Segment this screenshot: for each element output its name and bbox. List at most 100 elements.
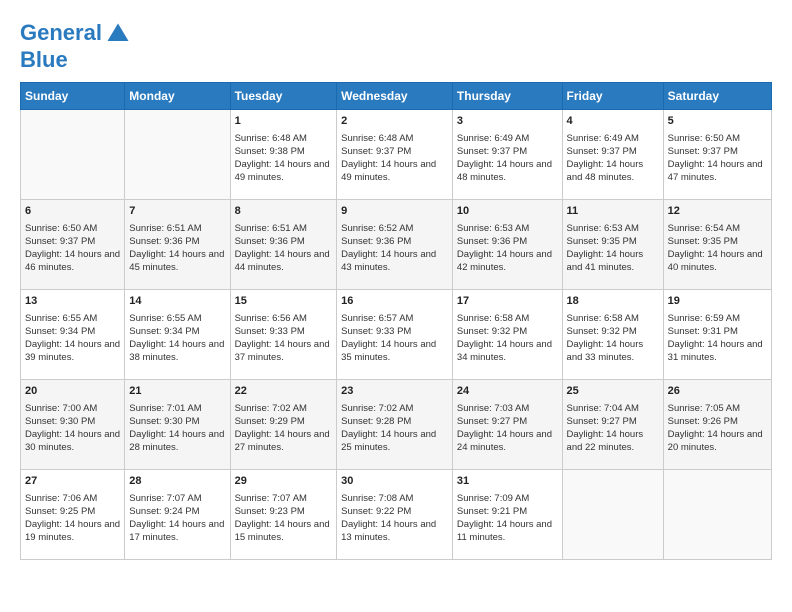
calendar-cell: 28Sunrise: 7:07 AM Sunset: 9:24 PM Dayli… xyxy=(125,470,230,560)
calendar-cell: 26 Sunrise: 7:05 AM Sunset: 9:26 PM Dayli… xyxy=(663,380,771,470)
day-number: 27 xyxy=(25,474,120,489)
calendar-week-row: 27 Sunrise: 7:06 AM Sunset: 9:25 PM Dayli… xyxy=(21,470,772,560)
day-info: Sunrise: 6:50 AM Sunset: 9:37 PM Dayligh… xyxy=(668,132,767,185)
calendar-cell xyxy=(21,110,125,200)
day-info: Sunrise: 7:02 AM Sunset: 9:28 PM Dayligh… xyxy=(341,402,448,455)
day-number: 17 xyxy=(457,294,558,309)
day-info: Sunrise: 6:51 AM Sunset: 9:36 PM Dayligh… xyxy=(129,222,225,275)
calendar-cell: 6 Sunrise: 6:50 AM Sunset: 9:37 PM Daylig… xyxy=(21,200,125,290)
weekday-header: Tuesday xyxy=(230,83,337,110)
calendar-cell: 9 Sunrise: 6:52 AM Sunset: 9:36 PM Daylig… xyxy=(337,200,453,290)
day-info: Sunrise: 6:48 AM Sunset: 9:37 PM Dayligh… xyxy=(341,132,448,185)
day-number: 10 xyxy=(457,204,558,219)
day-info: Sunrise: 6:49 AM Sunset: 9:37 PM Dayligh… xyxy=(567,132,659,185)
calendar-cell xyxy=(562,470,663,560)
calendar-cell: 25 Sunrise: 7:04 AM Sunset: 9:27 PM Dayli… xyxy=(562,380,663,470)
day-info: Sunrise: 7:02 AM Sunset: 9:29 PM Dayligh… xyxy=(235,402,333,455)
calendar-cell: 18 Sunrise: 6:58 AM Sunset: 9:32 PM Dayli… xyxy=(562,290,663,380)
day-number: 2 xyxy=(341,114,448,129)
weekday-header: Sunday xyxy=(21,83,125,110)
day-info: Sunrise: 6:53 AM Sunset: 9:35 PM Dayligh… xyxy=(567,222,659,275)
day-info: Sunrise: 6:58 AM Sunset: 9:32 PM Dayligh… xyxy=(457,312,558,365)
calendar-cell: 11 Sunrise: 6:53 AM Sunset: 9:35 PM Dayli… xyxy=(562,200,663,290)
day-info: Sunrise: 7:05 AM Sunset: 9:26 PM Dayligh… xyxy=(668,402,767,455)
logo-general: General xyxy=(20,20,102,45)
day-number: 1 xyxy=(235,114,333,129)
day-number: 4 xyxy=(567,114,659,129)
day-number: 26 xyxy=(668,384,767,399)
day-number: 6 xyxy=(25,204,120,219)
day-info: Sunrise: 6:48 AM Sunset: 9:38 PM Dayligh… xyxy=(235,132,333,185)
calendar-week-row: 20Sunrise: 7:00 AM Sunset: 9:30 PM Dayli… xyxy=(21,380,772,470)
calendar-table: SundayMondayTuesdayWednesdayThursdayFrid… xyxy=(20,82,772,560)
day-info: Sunrise: 6:55 AM Sunset: 9:34 PM Dayligh… xyxy=(25,312,120,365)
page-header: General Blue xyxy=(20,20,772,72)
logo: General Blue xyxy=(20,20,132,72)
day-number: 9 xyxy=(341,204,448,219)
calendar-cell: 15 Sunrise: 6:56 AM Sunset: 9:33 PM Dayli… xyxy=(230,290,337,380)
calendar-week-row: 6 Sunrise: 6:50 AM Sunset: 9:37 PM Daylig… xyxy=(21,200,772,290)
calendar-cell: 7 Sunrise: 6:51 AM Sunset: 9:36 PM Daylig… xyxy=(125,200,230,290)
day-info: Sunrise: 7:00 AM Sunset: 9:30 PM Dayligh… xyxy=(25,402,120,455)
day-info: Sunrise: 6:53 AM Sunset: 9:36 PM Dayligh… xyxy=(457,222,558,275)
calendar-cell: 23 Sunrise: 7:02 AM Sunset: 9:28 PM Dayli… xyxy=(337,380,453,470)
day-info: Sunrise: 6:57 AM Sunset: 9:33 PM Dayligh… xyxy=(341,312,448,365)
calendar-cell: 12 Sunrise: 6:54 AM Sunset: 9:35 PM Dayli… xyxy=(663,200,771,290)
day-number: 22 xyxy=(235,384,333,399)
weekday-row: SundayMondayTuesdayWednesdayThursdayFrid… xyxy=(21,83,772,110)
calendar-cell: 3 Sunrise: 6:49 AM Sunset: 9:37 PM Daylig… xyxy=(452,110,562,200)
calendar-cell: 31Sunrise: 7:09 AM Sunset: 9:21 PM Dayli… xyxy=(452,470,562,560)
day-number: 3 xyxy=(457,114,558,129)
calendar-cell: 1 Sunrise: 6:48 AM Sunset: 9:38 PM Daylig… xyxy=(230,110,337,200)
day-number: 21 xyxy=(129,384,225,399)
day-info: Sunrise: 7:04 AM Sunset: 9:27 PM Dayligh… xyxy=(567,402,659,455)
day-info: Sunrise: 7:03 AM Sunset: 9:27 PM Dayligh… xyxy=(457,402,558,455)
logo-text: General Blue xyxy=(20,20,132,72)
calendar-cell: 5 Sunrise: 6:50 AM Sunset: 9:37 PM Daylig… xyxy=(663,110,771,200)
day-number: 25 xyxy=(567,384,659,399)
day-info: Sunrise: 6:54 AM Sunset: 9:35 PM Dayligh… xyxy=(668,222,767,275)
calendar-cell: 19Sunrise: 6:59 AM Sunset: 9:31 PM Dayli… xyxy=(663,290,771,380)
calendar-cell: 2 Sunrise: 6:48 AM Sunset: 9:37 PM Daylig… xyxy=(337,110,453,200)
day-info: Sunrise: 7:09 AM Sunset: 9:21 PM Dayligh… xyxy=(457,492,558,545)
day-info: Sunrise: 6:58 AM Sunset: 9:32 PM Dayligh… xyxy=(567,312,659,365)
day-info: Sunrise: 6:51 AM Sunset: 9:36 PM Dayligh… xyxy=(235,222,333,275)
day-info: Sunrise: 7:07 AM Sunset: 9:24 PM Dayligh… xyxy=(129,492,225,545)
day-number: 23 xyxy=(341,384,448,399)
weekday-header: Thursday xyxy=(452,83,562,110)
day-info: Sunrise: 6:59 AM Sunset: 9:31 PM Dayligh… xyxy=(668,312,767,365)
day-info: Sunrise: 7:08 AM Sunset: 9:22 PM Dayligh… xyxy=(341,492,448,545)
calendar-cell: 16 Sunrise: 6:57 AM Sunset: 9:33 PM Dayli… xyxy=(337,290,453,380)
calendar-cell: 24Sunrise: 7:03 AM Sunset: 9:27 PM Dayli… xyxy=(452,380,562,470)
day-number: 5 xyxy=(668,114,767,129)
day-number: 11 xyxy=(567,204,659,219)
logo-blue: Blue xyxy=(20,47,68,72)
calendar-cell: 17 Sunrise: 6:58 AM Sunset: 9:32 PM Dayli… xyxy=(452,290,562,380)
day-info: Sunrise: 7:06 AM Sunset: 9:25 PM Dayligh… xyxy=(25,492,120,545)
day-number: 18 xyxy=(567,294,659,309)
calendar-cell xyxy=(663,470,771,560)
calendar-header: SundayMondayTuesdayWednesdayThursdayFrid… xyxy=(21,83,772,110)
day-number: 8 xyxy=(235,204,333,219)
calendar-cell xyxy=(125,110,230,200)
calendar-cell: 8 Sunrise: 6:51 AM Sunset: 9:36 PM Daylig… xyxy=(230,200,337,290)
calendar-cell: 13 Sunrise: 6:55 AM Sunset: 9:34 PM Dayli… xyxy=(21,290,125,380)
day-info: Sunrise: 6:50 AM Sunset: 9:37 PM Dayligh… xyxy=(25,222,120,275)
calendar-body: 1 Sunrise: 6:48 AM Sunset: 9:38 PM Daylig… xyxy=(21,110,772,560)
calendar-cell: 20Sunrise: 7:00 AM Sunset: 9:30 PM Dayli… xyxy=(21,380,125,470)
weekday-header: Wednesday xyxy=(337,83,453,110)
weekday-header: Friday xyxy=(562,83,663,110)
day-number: 16 xyxy=(341,294,448,309)
calendar-cell: 30Sunrise: 7:08 AM Sunset: 9:22 PM Dayli… xyxy=(337,470,453,560)
day-number: 15 xyxy=(235,294,333,309)
day-number: 12 xyxy=(668,204,767,219)
day-number: 7 xyxy=(129,204,225,219)
day-info: Sunrise: 6:55 AM Sunset: 9:34 PM Dayligh… xyxy=(129,312,225,365)
calendar-cell: 4 Sunrise: 6:49 AM Sunset: 9:37 PM Daylig… xyxy=(562,110,663,200)
day-info: Sunrise: 6:52 AM Sunset: 9:36 PM Dayligh… xyxy=(341,222,448,275)
day-info: Sunrise: 6:49 AM Sunset: 9:37 PM Dayligh… xyxy=(457,132,558,185)
logo-icon xyxy=(104,20,132,48)
day-info: Sunrise: 6:56 AM Sunset: 9:33 PM Dayligh… xyxy=(235,312,333,365)
day-number: 13 xyxy=(25,294,120,309)
calendar-cell: 27 Sunrise: 7:06 AM Sunset: 9:25 PM Dayli… xyxy=(21,470,125,560)
